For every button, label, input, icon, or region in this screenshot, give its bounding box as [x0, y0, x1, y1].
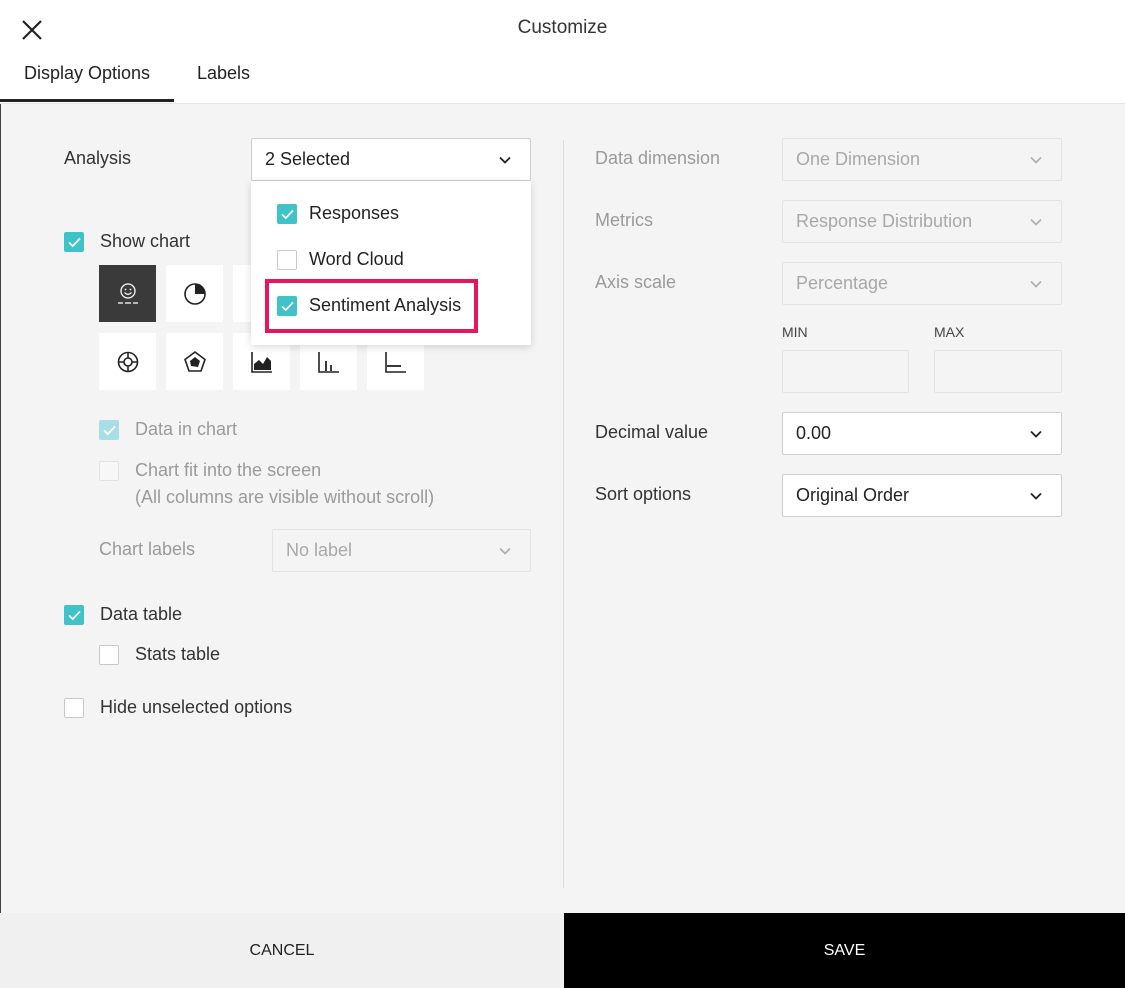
sort-options-value: Original Order: [796, 485, 910, 505]
checkmark-icon: [103, 425, 116, 436]
dropdown-option-responses[interactable]: Responses: [251, 193, 531, 235]
chevron-down-icon: [1030, 156, 1042, 164]
dropdown-option-label: Word Cloud: [309, 249, 404, 269]
sort-options-select[interactable]: Original Order: [782, 474, 1062, 517]
chart-labels-value: No label: [286, 540, 353, 560]
chart-labels-label: Chart labels: [99, 539, 196, 559]
radar-chart-icon[interactable]: [166, 333, 223, 390]
data-table-checkbox[interactable]: [64, 605, 84, 625]
save-button[interactable]: SAVE: [564, 913, 1125, 988]
header: Customize Display Options Labels: [0, 0, 1125, 104]
checkmark-icon: [68, 237, 81, 248]
data-dimension-select[interactable]: One Dimension: [782, 138, 1062, 181]
max-input[interactable]: [934, 350, 1062, 393]
analysis-select-value: 2 Selected: [265, 149, 351, 169]
axis-scale-label: Axis scale: [595, 272, 677, 292]
dropdown-option-label: Sentiment Analysis: [309, 295, 462, 315]
decimal-value-label: Decimal value: [595, 422, 709, 442]
sentiment-chart-icon[interactable]: [99, 265, 156, 322]
active-tab-indicator: [0, 99, 174, 102]
word-cloud-checkbox[interactable]: [277, 250, 297, 270]
decimal-value-value: 0.00: [796, 423, 832, 443]
data-dimension-label: Data dimension: [595, 148, 721, 168]
cancel-button[interactable]: CANCEL: [0, 913, 564, 988]
analysis-dropdown-menu: Responses Word Cloud Sentiment Analysis: [251, 181, 531, 345]
decimal-value-select[interactable]: 0.00: [782, 412, 1062, 455]
sort-options-label: Sort options: [595, 484, 692, 504]
page-title: Customize: [517, 17, 608, 38]
chart-fit-checkbox[interactable]: [99, 461, 119, 481]
chart-fit-note: (All columns are visible without scroll): [135, 487, 435, 507]
analysis-select[interactable]: 2 Selected: [251, 138, 531, 181]
data-in-chart-checkbox[interactable]: [99, 420, 119, 440]
chart-labels-select[interactable]: No label: [272, 529, 531, 572]
min-input[interactable]: [782, 350, 909, 393]
pie-chart-icon[interactable]: [166, 265, 223, 322]
chevron-down-icon: [499, 547, 511, 555]
hide-unselected-label: Hide unselected options: [100, 697, 293, 717]
dropdown-option-sentiment-analysis[interactable]: Sentiment Analysis: [251, 285, 531, 327]
tab-labels[interactable]: Labels: [197, 63, 250, 84]
sentiment-analysis-checkbox[interactable]: [277, 296, 297, 316]
checkmark-icon: [281, 209, 294, 220]
tab-display-options[interactable]: Display Options: [24, 63, 150, 84]
data-in-chart-label: Data in chart: [135, 419, 238, 439]
data-table-label: Data table: [100, 604, 183, 624]
chevron-down-icon: [1030, 430, 1042, 438]
chevron-down-icon: [1030, 492, 1042, 500]
polar-chart-icon[interactable]: [99, 333, 156, 390]
show-chart-checkbox[interactable]: [64, 232, 84, 252]
metrics-label: Metrics: [595, 210, 653, 230]
min-label: MIN: [782, 324, 808, 340]
metrics-select[interactable]: Response Distribution: [782, 200, 1062, 243]
checkmark-icon: [68, 610, 81, 621]
axis-scale-select[interactable]: Percentage: [782, 262, 1062, 305]
analysis-label: Analysis: [64, 148, 132, 168]
chevron-down-icon: [499, 156, 511, 164]
show-chart-label: Show chart: [100, 231, 191, 251]
chevron-down-icon: [1030, 218, 1042, 226]
chevron-down-icon: [1030, 280, 1042, 288]
checkmark-icon: [281, 301, 294, 312]
hide-unselected-checkbox[interactable]: [64, 698, 84, 718]
max-label: MAX: [934, 324, 965, 340]
dropdown-option-word-cloud[interactable]: Word Cloud: [251, 239, 531, 281]
left-edge-line: [0, 104, 1, 988]
axis-scale-value: Percentage: [796, 273, 889, 293]
metrics-value: Response Distribution: [796, 211, 973, 231]
column-divider: [563, 140, 564, 888]
stats-table-checkbox[interactable]: [99, 645, 119, 665]
chart-fit-label: Chart fit into the screen: [135, 460, 322, 480]
dropdown-option-label: Responses: [309, 203, 400, 223]
stats-table-label: Stats table: [135, 644, 221, 664]
data-dimension-value: One Dimension: [796, 149, 921, 169]
responses-checkbox[interactable]: [277, 204, 297, 224]
